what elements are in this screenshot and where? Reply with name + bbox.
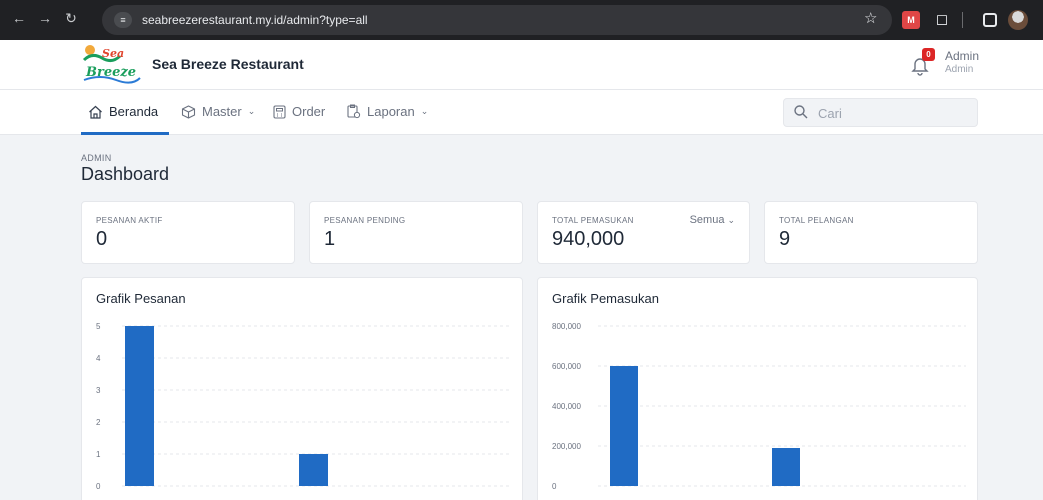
notification-badge: 0 xyxy=(922,48,935,61)
user-name[interactable]: Admin xyxy=(945,49,979,63)
chevron-down-icon: ⌄ xyxy=(727,214,735,225)
nav-item-label: Order xyxy=(292,104,326,119)
notification-button[interactable]: 0 xyxy=(910,48,935,76)
chart-title: Grafik Pemasukan xyxy=(552,291,659,306)
svg-text:Sea: Sea xyxy=(102,47,124,60)
brand-name[interactable]: Sea Breeze Restaurant xyxy=(152,56,304,72)
chart-bar xyxy=(125,326,154,486)
address-bar[interactable]: ≡ seabreezerestaurant.my.id/admin?type=a… xyxy=(102,5,892,35)
chevron-down-icon: ⌄ xyxy=(247,106,256,116)
user-role: Admin xyxy=(945,64,974,75)
stat-card-pesanan-pending: PESANAN PENDING 1 xyxy=(309,201,523,264)
reload-icon[interactable]: ↻ xyxy=(62,10,80,27)
browser-toolbar: ← → ↻ ≡ seabreezerestaurant.my.id/admin?… xyxy=(0,0,1043,40)
nav-item-beranda[interactable]: Beranda xyxy=(88,104,158,119)
y-tick-label: 0 xyxy=(96,482,101,491)
chart-bar xyxy=(772,448,800,486)
period-filter-label: Semua xyxy=(689,214,725,226)
bookmark-star-icon[interactable]: ☆ xyxy=(864,9,877,27)
restaurant-logo[interactable]: Sea Breeze xyxy=(80,42,142,84)
y-tick-label: 0 xyxy=(552,482,557,491)
nav-item-label: Beranda xyxy=(109,104,159,119)
nav-item-label: Master xyxy=(202,104,242,119)
report-icon xyxy=(347,104,361,119)
chart-bar xyxy=(299,454,328,486)
extensions-puzzle-icon[interactable]: ◻ xyxy=(933,11,951,29)
back-arrow-icon[interactable]: ← xyxy=(10,10,28,26)
chart-bar xyxy=(610,366,638,486)
extension-icon[interactable]: M xyxy=(902,11,920,29)
y-tick-label: 4 xyxy=(96,354,101,363)
calculator-icon xyxy=(273,104,286,119)
y-tick-label: 800,000 xyxy=(552,322,581,331)
y-tick-label: 2 xyxy=(96,418,101,427)
stat-value: 1 xyxy=(324,228,336,250)
y-tick-label: 3 xyxy=(96,386,101,395)
toolbar-divider xyxy=(962,12,963,28)
active-tab-indicator xyxy=(81,132,169,135)
page-title: Dashboard xyxy=(81,164,170,184)
y-tick-label: 400,000 xyxy=(552,402,581,411)
period-filter-dropdown[interactable]: Semua ⌄ xyxy=(690,214,735,226)
url-text[interactable]: seabreezerestaurant.my.id/admin?type=all xyxy=(142,13,368,27)
box-icon xyxy=(181,104,196,119)
stat-label: TOTAL PELANGAN xyxy=(779,216,854,225)
stat-card-total-pemasukan: TOTAL PEMASUKAN 940,000 Semua ⌄ xyxy=(537,201,750,264)
stat-label: TOTAL PEMASUKAN xyxy=(552,216,634,225)
nav-item-label: Laporan xyxy=(367,104,415,119)
search-box[interactable] xyxy=(783,98,978,127)
y-tick-label: 5 xyxy=(96,322,101,331)
chart-card-pemasukan: Grafik Pemasukan 0 200,000 400,000 600,000 8… xyxy=(537,277,978,500)
stat-label: PESANAN AKTIF xyxy=(96,216,163,225)
y-tick-label: 1 xyxy=(96,450,101,459)
stat-value: 9 xyxy=(779,228,791,250)
site-settings-icon[interactable]: ≡ xyxy=(114,12,132,28)
search-input[interactable] xyxy=(818,104,968,122)
page-pretitle: ADMIN xyxy=(81,153,112,163)
chevron-down-icon: ⌄ xyxy=(420,106,429,116)
stat-card-pesanan-aktif: PESANAN AKTIF 0 xyxy=(81,201,295,264)
y-tick-label: 200,000 xyxy=(552,442,581,451)
pesanan-bar-chart: 0 1 2 3 4 5 xyxy=(96,322,512,491)
profile-avatar[interactable] xyxy=(1008,10,1028,30)
stat-card-total-pelanggan: TOTAL PELANGAN 9 xyxy=(764,201,978,264)
search-icon xyxy=(794,105,808,119)
side-panel-icon[interactable] xyxy=(983,13,997,27)
y-tick-label: 600,000 xyxy=(552,362,581,371)
chart-card-pesanan: Grafik Pesanan 0 1 2 3 4 5 xyxy=(81,277,523,500)
nav-item-master[interactable]: Master ⌄ xyxy=(181,104,255,119)
nav-item-order[interactable]: Order xyxy=(273,104,325,119)
app-header: Sea Breeze Sea Breeze Restaurant 0 Admin… xyxy=(0,40,1043,90)
home-icon xyxy=(89,105,102,119)
nav-item-laporan[interactable]: Laporan ⌄ xyxy=(346,104,428,119)
main-nav: Beranda Master ⌄ Order Laporan ⌄ xyxy=(0,90,1043,135)
stat-value: 0 xyxy=(96,228,108,250)
forward-arrow-icon[interactable]: → xyxy=(36,10,54,26)
stat-label: PESANAN PENDING xyxy=(324,216,406,225)
pemasukan-bar-chart: 0 200,000 400,000 600,000 800,000 xyxy=(552,322,966,491)
stat-value: 940,000 xyxy=(552,228,625,250)
chart-title: Grafik Pesanan xyxy=(96,291,186,306)
